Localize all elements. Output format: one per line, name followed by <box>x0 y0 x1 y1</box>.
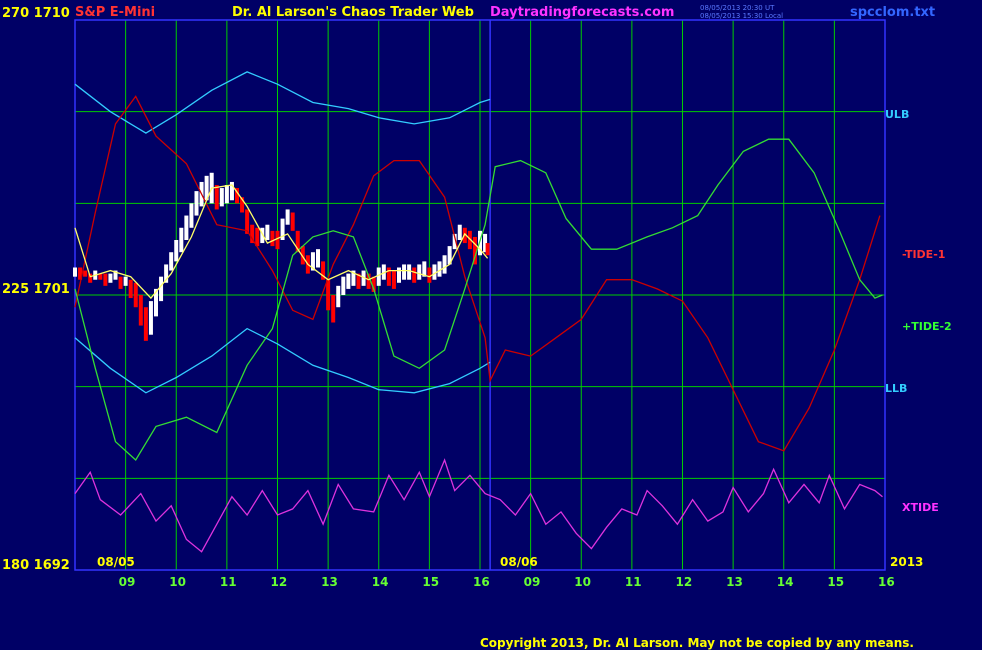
data-filename: spcclom.txt <box>850 5 936 20</box>
date-year: 2013 <box>890 555 924 569</box>
price-bar <box>179 227 184 253</box>
instrument-label: S&P E-Mini <box>75 5 156 20</box>
x-tick-label: 12 <box>270 575 288 589</box>
x-tick-label: 16 <box>473 575 490 589</box>
price-bar <box>417 264 422 280</box>
price-bar <box>275 230 280 250</box>
price-bar <box>184 215 189 240</box>
x-tick-label: 10 <box>169 575 186 589</box>
date-day2: 08/06 <box>500 555 538 569</box>
price-bar <box>224 185 229 204</box>
price-bar <box>83 270 88 277</box>
price-bar <box>189 203 194 228</box>
price-bar <box>485 243 490 256</box>
price-bar <box>270 230 275 247</box>
price-bar <box>128 279 133 299</box>
label-llb: LLB <box>885 382 908 395</box>
price-bar <box>143 307 148 341</box>
price-bar <box>169 252 174 271</box>
price-bar <box>108 273 113 283</box>
price-bar <box>402 264 407 280</box>
x-tick-label: 09 <box>523 575 541 589</box>
x-tick-label: 15 <box>827 575 845 589</box>
label-tide1: -TIDE-1 <box>902 248 946 261</box>
price-bar <box>159 276 164 302</box>
x-tick-label: 15 <box>422 575 440 589</box>
price-bar <box>133 282 138 308</box>
price-bar <box>290 212 295 231</box>
label-xtide: XTIDE <box>902 501 939 514</box>
x-tick-label: 11 <box>624 575 642 589</box>
timestamp-ut: 08/05/2013 20:30 UT <box>700 4 775 12</box>
price-bar <box>285 209 290 225</box>
price-bar <box>316 249 320 268</box>
price-bar <box>148 301 153 335</box>
x-tick-label: 11 <box>219 575 237 589</box>
x-tick-label: 14 <box>371 575 389 589</box>
x-tick-label: 10 <box>574 575 591 589</box>
price-chart <box>0 0 982 650</box>
x-tick-label: 13 <box>726 575 743 589</box>
timestamp-local: 08/05/2013 15:30 Local <box>700 12 784 20</box>
price-bar <box>219 188 224 207</box>
y-label-mid: 225 1701 <box>2 282 70 297</box>
price-bar <box>138 295 143 326</box>
price-bar <box>442 255 447 274</box>
price-bar <box>194 191 199 216</box>
price-bar <box>341 276 346 295</box>
price-bar <box>397 267 401 283</box>
y-label-bottom: 180 1692 <box>2 558 70 573</box>
price-bar <box>391 270 396 289</box>
price-bar <box>346 273 351 289</box>
price-bar <box>265 224 270 240</box>
price-bar <box>336 285 341 308</box>
price-bar <box>412 267 417 283</box>
x-tick-label: 13 <box>321 575 338 589</box>
y-label-top: 270 1710 <box>2 6 70 21</box>
label-tide2: +TIDE-2 <box>902 320 952 333</box>
price-bar <box>331 295 336 323</box>
x-tick-label: 12 <box>675 575 693 589</box>
price-bar <box>73 267 77 277</box>
x-tick-label: 14 <box>776 575 794 589</box>
price-bar <box>123 276 128 286</box>
price-bar <box>174 240 179 262</box>
chart-title: Dr. Al Larson's Chaos Trader Web <box>232 5 474 20</box>
x-tick-label: 16 <box>878 575 895 589</box>
x-tick-label: 09 <box>118 575 136 589</box>
date-day1: 08/05 <box>97 555 135 569</box>
site-link[interactable]: Daytradingforecasts.com <box>490 5 674 20</box>
label-ulb: ULB <box>885 108 910 121</box>
price-bar <box>457 224 462 240</box>
price-bar <box>326 279 331 311</box>
price-bar <box>118 276 123 289</box>
price-bar <box>103 273 108 286</box>
price-bar <box>214 185 219 210</box>
copyright: Copyright 2013, Dr. Al Larson. May not b… <box>480 636 914 650</box>
price-bar <box>407 264 412 280</box>
price-bar <box>376 267 381 286</box>
